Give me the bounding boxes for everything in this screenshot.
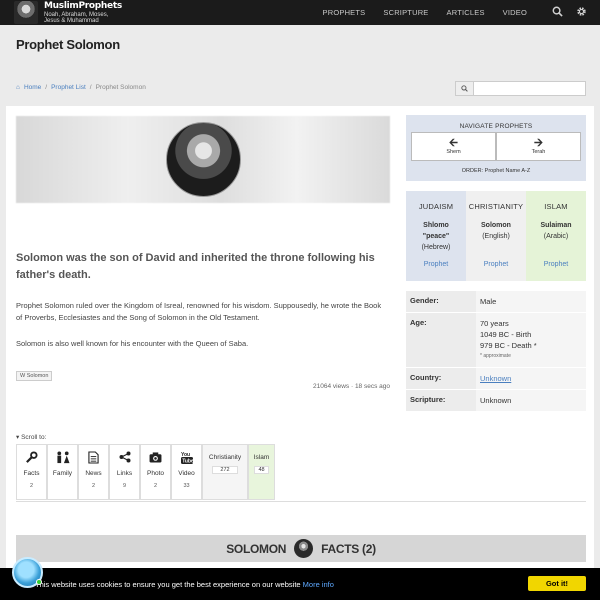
prophet-portrait (166, 122, 241, 197)
info-row-scripture: Scripture: Unknown (406, 390, 586, 412)
arrow-left-icon: 🡨 (449, 137, 458, 149)
caret-down-icon: ▾ (16, 434, 20, 441)
navigate-title: NAVIGATE PROPHETS (459, 123, 533, 130)
christianity-prophet-link[interactable]: Prophet (466, 261, 526, 268)
nav-articles[interactable]: ARTICLES (438, 8, 494, 17)
nav-prophets[interactable]: PROPHETS (314, 8, 375, 17)
share-icon (119, 451, 131, 467)
divider (16, 501, 586, 502)
logo-title: MuslimProphets (44, 0, 122, 11)
page-title: Prophet Solomon (16, 37, 120, 52)
tab-news[interactable]: News 2 (78, 444, 109, 500)
info-row-age: Age: 70 years 1049 BC - Birth 979 BC - D… (406, 313, 586, 368)
search-icon (461, 85, 468, 92)
family-icon (54, 451, 72, 467)
logo-portrait-icon (14, 1, 38, 24)
info-row-gender: Gender: Male (406, 291, 586, 313)
camera-icon (149, 451, 162, 467)
tab-family[interactable]: Family (47, 444, 78, 500)
tab-facts[interactable]: Facts 2 (16, 444, 47, 500)
next-prophet-button[interactable]: 🡪 Terah (496, 132, 581, 161)
country-link[interactable]: Unknown (480, 374, 511, 383)
islam-count-badge: 48 (254, 466, 269, 474)
main-menu: PROPHETS SCRIPTURE ARTICLES VIDEO (314, 0, 536, 25)
search-button[interactable] (456, 82, 474, 95)
nav-video[interactable]: VIDEO (494, 8, 536, 17)
article-paragraph-1: Prophet Solomon ruled over the Kingdom o… (16, 301, 382, 322)
scroll-to-tabs: Facts 2 Family News 2 Links 9 Photo 2 Yo… (16, 444, 275, 500)
religion-christianity: CHRISTIANITY Solomon (English) Prophet (466, 191, 526, 281)
religion-judaism: JUDAISM Shlomo "peace" (Hebrew) Prophet (406, 191, 466, 281)
islam-prophet-link[interactable]: Prophet (526, 261, 586, 268)
prev-prophet-button[interactable]: 🡨 Shem (411, 132, 496, 161)
scroll-to-label: ▾ Scroll to: (16, 434, 47, 441)
breadcrumb: ⌂ Home / Prophet List / Prophet Solomon (16, 84, 146, 91)
cookie-accept-button[interactable]: Got it! (528, 576, 586, 591)
breadcrumb-current: Prophet Solomon (95, 84, 146, 91)
home-icon: ⌂ (16, 84, 20, 91)
navigate-prophets-box: NAVIGATE PROPHETS 🡨 Shem 🡪 Terah ORDER: … (406, 115, 586, 181)
nav-scripture[interactable]: SCRIPTURE (374, 8, 437, 17)
top-navbar: MuslimProphets Noah, Abraham, Moses, Jes… (0, 0, 600, 25)
online-status-icon (36, 579, 42, 585)
breadcrumb-home[interactable]: Home (24, 84, 41, 91)
tab-islam[interactable]: Islam 48 (248, 444, 275, 500)
view-count: 21064 views · 18 secs ago (313, 383, 390, 390)
article-paragraph-2: Solomon is also well known for his encou… (16, 339, 249, 348)
tab-photo[interactable]: Photo 2 (140, 444, 171, 500)
cookie-banner: This website uses cookies to ensure you … (0, 568, 600, 600)
navigate-order[interactable]: ORDER: Prophet Name A-Z (406, 168, 586, 174)
wrench-icon (25, 451, 38, 467)
info-table: Gender: Male Age: 70 years 1049 BC - Bir… (406, 291, 586, 412)
search-input[interactable] (474, 82, 585, 95)
avatar (294, 539, 314, 558)
news-icon (88, 451, 99, 467)
judaism-prophet-link[interactable]: Prophet (406, 261, 466, 268)
cookie-more-info-link[interactable]: More info (303, 580, 334, 589)
facts-section-header: SOLOMON FACTS (2) (16, 535, 586, 562)
search-form (455, 81, 586, 96)
tab-links[interactable]: Links 9 (109, 444, 140, 500)
religion-islam: ISLAM Sulaiman (Arabic) Prophet (526, 191, 586, 281)
religion-names-table: JUDAISM Shlomo "peace" (Hebrew) Prophet … (406, 191, 586, 281)
christianity-count-badge: 272 (212, 466, 238, 474)
site-logo[interactable]: MuslimProphets Noah, Abraham, Moses, Jes… (14, 1, 122, 24)
info-row-country: Country: Unknown (406, 368, 586, 390)
search-icon[interactable] (552, 6, 563, 20)
tab-video[interactable]: You Tube Video 33 (171, 444, 202, 500)
svg-text:Tube: Tube (182, 459, 193, 465)
tab-christianity[interactable]: Christianity 272 (202, 444, 248, 500)
logo-subtitle-line2: Jesus & Muhammad (44, 17, 99, 24)
tag-badge[interactable]: W Solomon (16, 371, 53, 381)
gear-icon[interactable] (576, 6, 587, 20)
youtube-icon: You Tube (180, 451, 193, 467)
arrow-right-icon: 🡪 (534, 137, 543, 149)
cookie-message: This website uses cookies to ensure you … (35, 580, 301, 589)
article-lead: Solomon was the son of David and inherit… (16, 252, 375, 281)
breadcrumb-prophet-list[interactable]: Prophet List (51, 84, 86, 91)
